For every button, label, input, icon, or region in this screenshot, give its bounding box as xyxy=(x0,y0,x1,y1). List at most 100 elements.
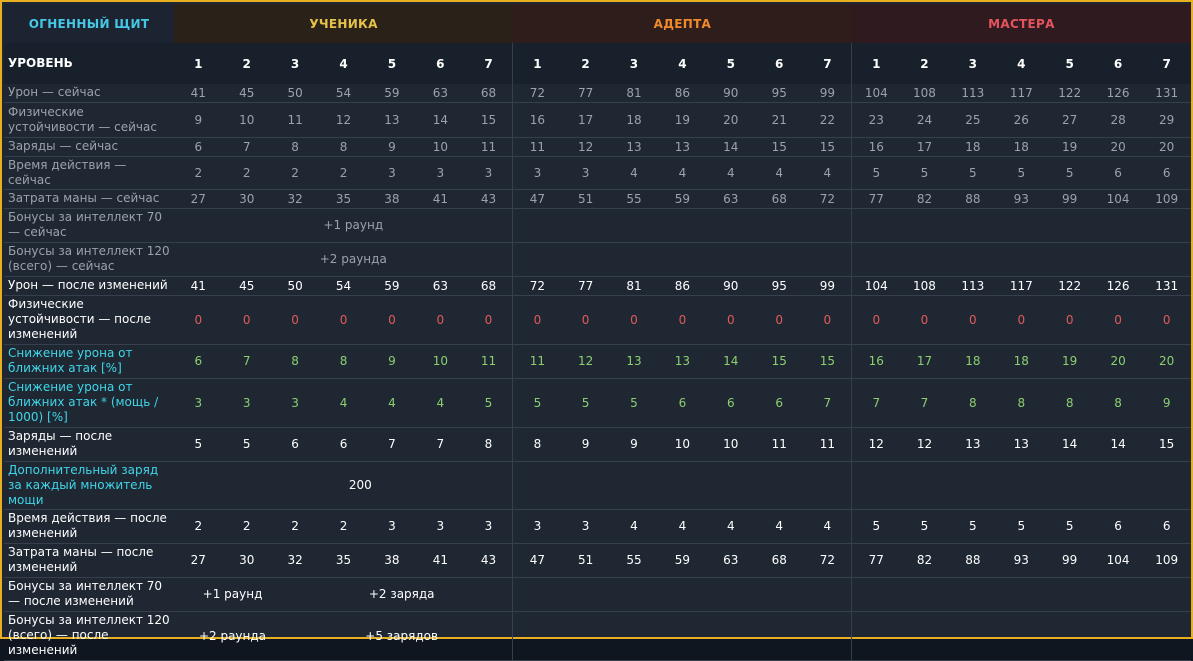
level-label: УРОВЕНЬ xyxy=(4,43,175,84)
bonus-cell: +2 раунда xyxy=(174,611,271,661)
value-cell: 5 xyxy=(997,509,1046,544)
row-label: Бонусы за интеллект 120 (всего) — сейчас xyxy=(4,242,175,277)
value-cell: 35 xyxy=(319,543,368,578)
value-cell: 0 xyxy=(512,295,562,345)
value-cell: 51 xyxy=(561,189,610,209)
value-cell: 0 xyxy=(367,295,417,345)
row-melee-reduction: Снижение урона от ближних атак [%] 6 7 8 8 9 1… xyxy=(4,344,1191,379)
value-cell: 95 xyxy=(755,84,804,103)
value-cell: 59 xyxy=(658,543,707,578)
row-label: Дополнительный заряд за каждый множитель… xyxy=(4,461,175,510)
value-cell: 0 xyxy=(706,295,755,345)
value-cell: 7 xyxy=(851,378,901,428)
value-cell: 23 xyxy=(851,102,901,138)
value-cell: 2 xyxy=(270,509,320,544)
value-cell: 4 xyxy=(803,509,852,544)
value-cell: 8 xyxy=(1093,378,1143,428)
value-cell: 10 xyxy=(222,102,271,138)
value-cell: 6 xyxy=(174,137,223,157)
row-duration-new: Время действия — после изменений 2 2 2 2 3 3 3 3… xyxy=(4,509,1191,544)
value-cell: 18 xyxy=(948,344,998,379)
row-phys-resist-current: Физические устойчивости — сейчас 9 10 11 12 1… xyxy=(4,102,1191,138)
value-cell: 14 xyxy=(706,344,755,379)
value-cell: 32 xyxy=(270,189,320,209)
row-charges-current: Заряды — сейчас 6 7 8 8 9 10 11 11 12 13 13 14 15 15 16… xyxy=(4,137,1191,157)
value-cell: 99 xyxy=(803,276,852,296)
value-cell: 5 xyxy=(851,509,901,544)
value-cell: 3 xyxy=(464,156,513,190)
value-cell: 4 xyxy=(658,509,707,544)
value-cell: 0 xyxy=(803,295,852,345)
value-cell: 27 xyxy=(174,189,223,209)
row-phys-resist-new: Физические устойчивости — после изменени… xyxy=(4,295,1191,345)
value-cell: 11 xyxy=(270,102,320,138)
value-cell: 55 xyxy=(609,543,659,578)
value-cell: 7 xyxy=(416,427,465,462)
spell-stats-table: ОГНЕННЫЙ ЩИТ УЧЕНИКА АДЕПТА МАСТЕРА УРОВ… xyxy=(4,4,1191,661)
spell-table-frame: ОГНЕННЫЙ ЩИТ УЧЕНИКА АДЕПТА МАСТЕРА УРОВ… xyxy=(0,0,1193,661)
value-cell: 2 xyxy=(222,509,271,544)
value-cell: 0 xyxy=(222,295,271,345)
value-cell: 51 xyxy=(561,543,610,578)
value-cell: 4 xyxy=(416,378,465,428)
value-cell: 43 xyxy=(464,189,513,209)
row-int70-new: Бонусы за интеллект 70 — после изменений… xyxy=(4,577,1191,612)
value-cell: 41 xyxy=(174,276,223,296)
value-cell: 5 xyxy=(222,427,271,462)
value-cell: 16 xyxy=(851,344,901,379)
value-cell: 3 xyxy=(367,156,417,190)
value-cell: 7 xyxy=(367,427,417,462)
value-cell: 3 xyxy=(512,509,562,544)
value-cell: 13 xyxy=(367,102,417,138)
value-cell: 15 xyxy=(755,137,804,157)
value-cell: 11 xyxy=(464,137,513,157)
value-cell: 126 xyxy=(1093,276,1143,296)
value-cell: 81 xyxy=(609,276,659,296)
value-cell: 5 xyxy=(900,509,949,544)
value-cell: 72 xyxy=(803,543,852,578)
value-cell: 86 xyxy=(658,84,707,103)
tier-master: МАСТЕРА xyxy=(851,4,1191,43)
value-cell: 82 xyxy=(900,543,949,578)
row-int70-current: Бонусы за интеллект 70 — сейчас +1 раунд xyxy=(4,208,1191,243)
empty-cell xyxy=(851,242,1191,277)
row-label: Затрата маны — после изменений xyxy=(4,543,175,578)
value-cell: 24 xyxy=(900,102,949,138)
value-cell: 20 xyxy=(1093,137,1143,157)
value-cell: 5 xyxy=(948,509,998,544)
level-number: 6 xyxy=(416,43,465,84)
row-label: Снижение урона от ближних атак * (мощь /… xyxy=(4,378,175,428)
value-cell: 6 xyxy=(1142,509,1191,544)
value-cell: 6 xyxy=(658,378,707,428)
value-cell: 77 xyxy=(851,189,901,209)
value-cell: 131 xyxy=(1142,276,1191,296)
level-number: 2 xyxy=(222,43,271,84)
value-cell: 10 xyxy=(706,427,755,462)
value-cell: 77 xyxy=(851,543,901,578)
value-cell: 126 xyxy=(1093,84,1143,103)
row-duration-current: Время действия — сейчас 2 2 2 2 3 3 3 3 3 4 4 4 4 4 5 5 5… xyxy=(4,156,1191,190)
value-cell: 6 xyxy=(174,344,223,379)
value-cell: 38 xyxy=(367,543,417,578)
value-cell: 59 xyxy=(367,276,417,296)
value-cell: 3 xyxy=(561,509,610,544)
value-cell: 72 xyxy=(803,189,852,209)
row-extra-charge: Дополнительный заряд за каждый множитель… xyxy=(4,461,1191,510)
bonus-cell: 200 xyxy=(174,461,513,510)
value-cell: 41 xyxy=(416,189,465,209)
level-number: 3 xyxy=(609,43,659,84)
value-cell: 8 xyxy=(270,344,320,379)
value-cell: 15 xyxy=(803,344,852,379)
empty-cell xyxy=(851,461,1191,510)
value-cell: 5 xyxy=(851,156,901,190)
row-int120-current: Бонусы за интеллект 120 (всего) — сейчас… xyxy=(4,242,1191,277)
value-cell: 0 xyxy=(174,295,223,345)
level-number: 1 xyxy=(851,43,901,84)
row-label: Урон — после изменений xyxy=(4,276,175,296)
value-cell: 5 xyxy=(997,156,1046,190)
value-cell: 93 xyxy=(997,189,1046,209)
value-cell: 5 xyxy=(900,156,949,190)
value-cell: 72 xyxy=(512,84,562,103)
level-number: 5 xyxy=(1045,43,1094,84)
level-number: 7 xyxy=(1142,43,1191,84)
